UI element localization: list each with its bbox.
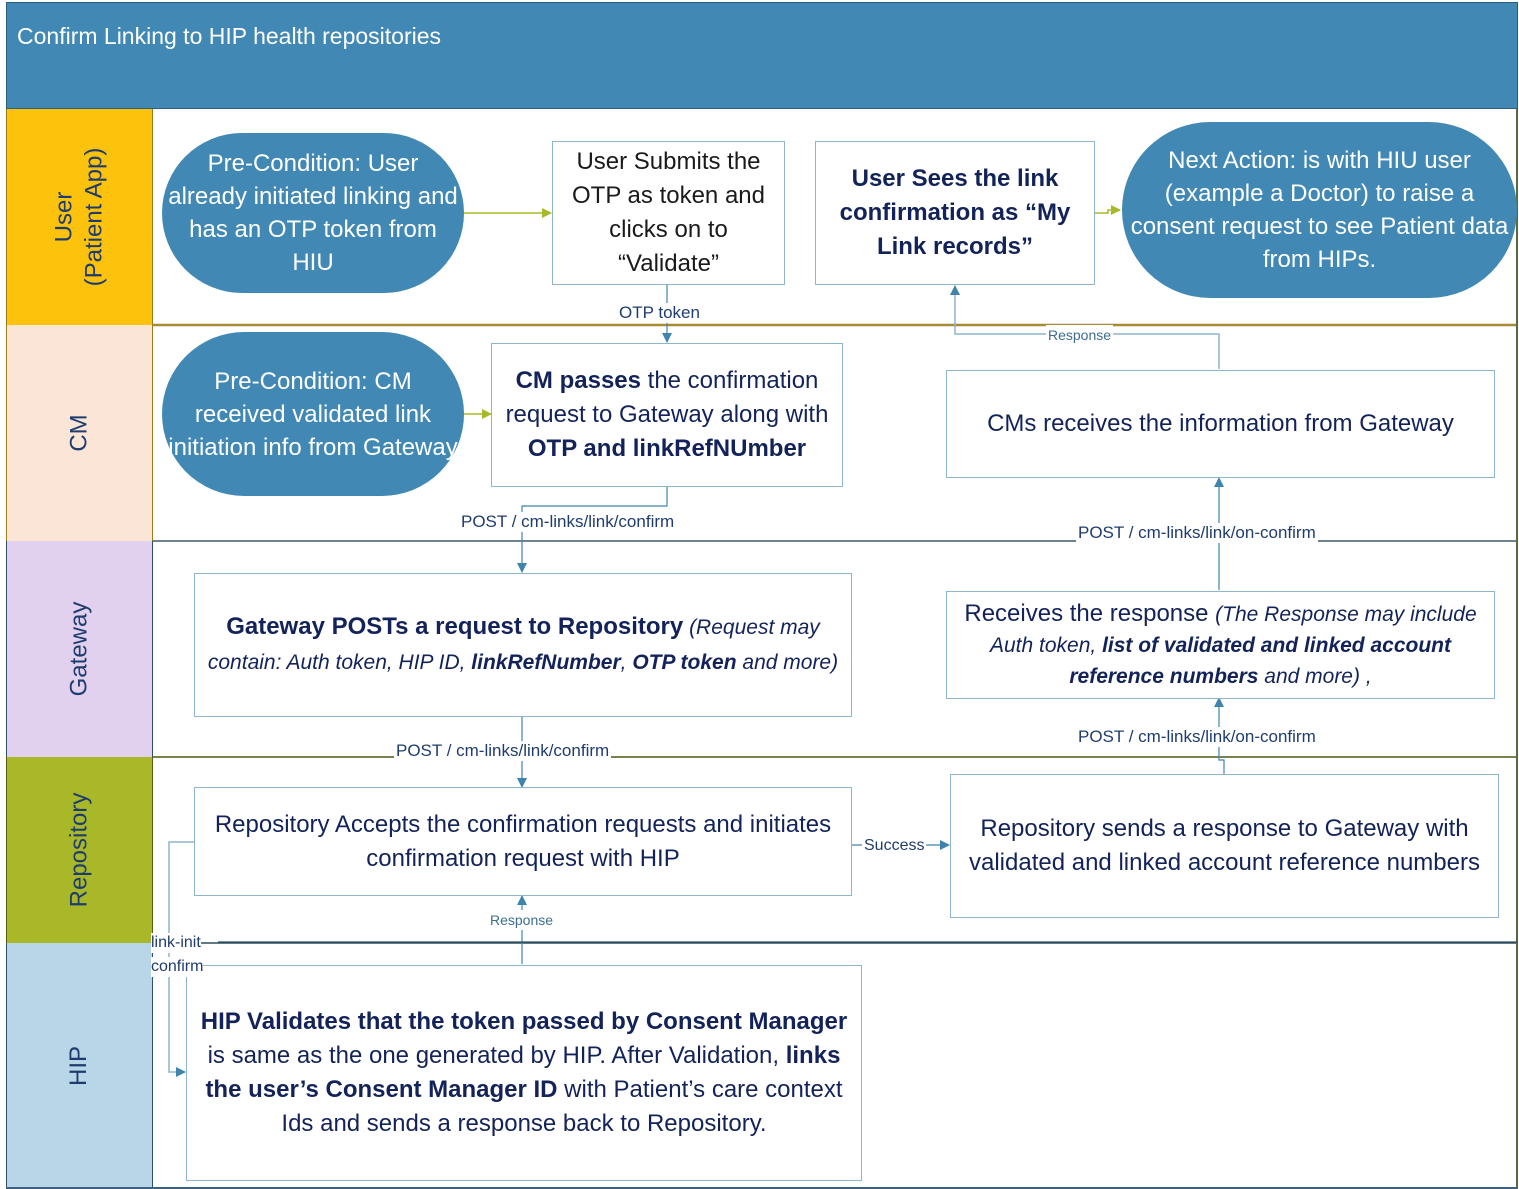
edge-label-success: Success: [862, 836, 927, 856]
lane-label-gateway: Gateway: [6, 541, 153, 757]
lane-user-subtitle: (Patient App): [80, 147, 108, 287]
edge-label-link-init: link-init: [151, 933, 201, 953]
gateway-receives-plain: Receives the response: [964, 599, 1216, 627]
lane-cm-title: CM: [65, 414, 93, 452]
diagram-title: Confirm Linking to HIP health repositori…: [17, 23, 442, 49]
lane-label-repository: Repository: [6, 757, 153, 943]
edge-label-cm-to-gateway: POST / cm-links/link/confirm: [459, 512, 677, 532]
edge-label-otp-token: OTP token: [617, 303, 702, 323]
gateway-receives-italic-2: and more) ,: [1258, 664, 1372, 688]
user-precondition-text: Pre-Condition: User already initiated li…: [168, 150, 458, 276]
edge-label-hip-response: Response: [488, 910, 556, 930]
lane-label-hip: HIP: [6, 943, 153, 1188]
repo-accepts-text: Repository Accepts the confirmation requ…: [214, 810, 832, 872]
cm-passes-otp-bold: OTP and linkRefNUmber: [527, 435, 807, 462]
lane-gateway-title: Gateway: [65, 601, 93, 697]
repo-sends-response-box: Repository sends a response to Gateway w…: [950, 774, 1499, 918]
gateway-posts-linkref: linkRefNumber: [471, 651, 621, 674]
repo-accepts-box: Repository Accepts the confirmation requ…: [194, 787, 852, 896]
hip-validates-box: HIP Validates that the token passed by C…: [186, 965, 862, 1181]
user-submits-otp-text: User Submits the OTP as token and clicks…: [571, 148, 765, 277]
next-action-text: Next Action: is with HIU user (example a…: [1130, 147, 1509, 273]
gateway-posts-request-text: Gateway POSTs a request to Repository (R…: [201, 610, 845, 680]
gateway-receives-response-box: Receives the response (The Response may …: [946, 591, 1495, 699]
gateway-posts-italic-3: and more): [736, 651, 839, 674]
cm-passes-request-text: CM passes the confirmation request to Ga…: [498, 364, 836, 466]
lane-repository-title: Repository: [65, 792, 93, 908]
lane-label-user: User (Patient App): [6, 109, 153, 325]
hip-validates-text: HIP Validates that the token passed by C…: [193, 1005, 855, 1141]
gateway-receives-response-text: Receives the response (The Response may …: [953, 599, 1488, 692]
arrow-sees-to-next-action: [1094, 205, 1121, 215]
user-sees-link-box: User Sees the link confirmation as “My L…: [815, 141, 1095, 285]
user-sees-link-text: User Sees the link confirmation as “My L…: [839, 165, 1071, 260]
cm-receives-info-box: CMs receives the information from Gatewa…: [946, 370, 1495, 478]
user-precondition-oval: Pre-Condition: User already initiated li…: [162, 133, 464, 293]
hip-validates-plain-1: is same as the one generated by HIP. Aft…: [207, 1042, 786, 1069]
diagram-subheader-bar: [6, 73, 1518, 109]
cm-receives-info-text: CMs receives the information from Gatewa…: [987, 410, 1454, 437]
edge-label-gateway-to-repo: POST / cm-links/link/confirm: [394, 741, 612, 761]
user-submits-otp-box: User Submits the OTP as token and clicks…: [552, 141, 785, 285]
cm-passes-bold: CM passes: [515, 367, 641, 394]
lane-user-title: User: [50, 191, 78, 243]
lane-label-cm: CM: [6, 325, 153, 541]
edge-label-response-top: Response: [1046, 325, 1114, 345]
repo-sends-response-text: Repository sends a response to Gateway w…: [969, 815, 1480, 876]
gateway-posts-request-box: Gateway POSTs a request to Repository (R…: [194, 573, 852, 717]
diagram-title-bar: Confirm Linking to HIP health repositori…: [6, 2, 1518, 74]
gateway-posts-bold: Gateway POSTs a request to Repository: [226, 613, 684, 640]
gateway-posts-italic-2: ,: [620, 651, 633, 674]
next-action-oval: Next Action: is with HIU user (example a…: [1122, 122, 1517, 298]
cm-precondition-oval: Pre-Condition: CM received validated lin…: [162, 332, 464, 496]
cm-precondition-text: Pre-Condition: CM received validated lin…: [168, 367, 458, 461]
edge-label-confirm: confirm: [151, 957, 204, 977]
edge-label-gateway-to-cm: POST / cm-links/link/on-confirm: [1076, 523, 1318, 543]
gateway-posts-otp: OTP token: [632, 651, 737, 674]
lane-hip-title: HIP: [65, 1045, 93, 1086]
hip-validates-bold-1: HIP Validates that the token passed by C…: [200, 1008, 848, 1035]
edge-label-repo-to-gateway: POST / cm-links/link/on-confirm: [1076, 727, 1318, 747]
cm-passes-request-box: CM passes the confirmation request to Ga…: [491, 343, 843, 487]
